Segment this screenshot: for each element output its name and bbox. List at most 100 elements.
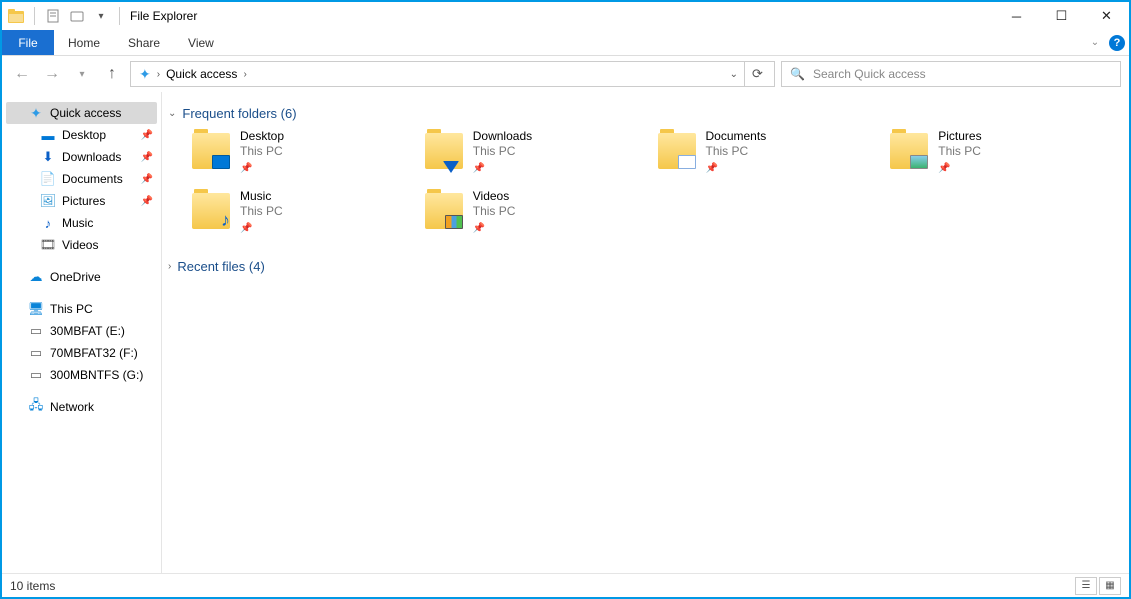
window-title: File Explorer — [130, 9, 197, 23]
tree-item-music[interactable]: ♪Music — [2, 212, 161, 234]
pin-icon: 📌 — [938, 161, 950, 176]
pin-icon: 📌 — [473, 221, 485, 236]
back-button[interactable]: ← — [10, 62, 34, 86]
pic-badge-icon — [910, 155, 928, 169]
file-tab[interactable]: File — [2, 30, 54, 55]
tab-home[interactable]: Home — [54, 30, 114, 55]
tree-label: 300MBNTFS (G:) — [50, 368, 143, 382]
close-button[interactable]: ✕ — [1084, 2, 1129, 30]
nav-row: ← → ▾ ↑ ✦ › Quick access › ⌄ ⟳ 🔍 Search … — [2, 56, 1129, 92]
folder-name: Music — [240, 189, 283, 204]
tree-label: Pictures — [62, 194, 105, 208]
minimize-button[interactable]: ─ — [994, 2, 1039, 30]
address-bar[interactable]: ✦ › Quick access › ⌄ ⟳ — [130, 61, 775, 87]
pin-icon: 📌 — [141, 130, 153, 141]
pin-icon: 📌 — [240, 221, 252, 236]
drive-icon: ▭ — [28, 323, 44, 339]
recent-dropdown-icon[interactable]: ▾ — [70, 62, 94, 86]
tree-label: Quick access — [50, 106, 121, 120]
tree-this-pc[interactable]: 🖥 This PC — [2, 298, 161, 320]
tree-label: Downloads — [62, 150, 121, 164]
folder-location: This PC — [240, 144, 284, 159]
folder-location: This PC — [473, 144, 532, 159]
folder-item-videos[interactable]: VideosThis PC 📌 — [423, 189, 656, 237]
doc-badge-icon — [678, 155, 696, 169]
tree-label: Network — [50, 400, 94, 414]
folder-icon — [656, 129, 698, 171]
status-item-count: 10 items — [10, 579, 55, 593]
downloads-icon: ⬇ — [40, 149, 56, 165]
folder-icon — [423, 129, 465, 171]
network-icon: 🖧 — [28, 399, 44, 415]
separator — [119, 7, 120, 25]
quick-access-star-icon: ✦ — [28, 105, 44, 121]
folder-item-pictures[interactable]: PicturesThis PC📌 — [888, 129, 1121, 177]
breadcrumb-chevron-icon[interactable]: › — [155, 69, 162, 80]
qat-newfolder-icon[interactable] — [67, 6, 87, 26]
address-dropdown-icon[interactable]: ⌄ — [724, 69, 744, 80]
title-bar: ▾ File Explorer ─ ☐ ✕ — [2, 2, 1129, 30]
folder-item-downloads[interactable]: DownloadsThis PC📌 — [423, 129, 656, 177]
folder-item-documents[interactable]: DocumentsThis PC📌 — [656, 129, 889, 177]
qat-dropdown-icon[interactable]: ▾ — [91, 6, 111, 26]
forward-button[interactable]: → — [40, 62, 64, 86]
group-label: Frequent folders (6) — [182, 106, 296, 121]
tab-view[interactable]: View — [174, 30, 228, 55]
pin-icon: 📌 — [240, 161, 252, 176]
tree-item-documents[interactable]: 📄Documents📌 — [2, 168, 161, 190]
music-icon: ♪ — [40, 215, 56, 231]
view-details-button[interactable]: ☰ — [1075, 577, 1097, 595]
tree-network[interactable]: 🖧 Network — [2, 396, 161, 418]
folder-location: This PC — [240, 204, 283, 219]
search-input[interactable]: 🔍 Search Quick access — [781, 61, 1121, 87]
group-frequent-folders[interactable]: ⌄ Frequent folders (6) — [166, 102, 1121, 129]
onedrive-icon: ☁ — [28, 269, 44, 285]
up-button[interactable]: ↑ — [100, 62, 124, 86]
down-badge-icon — [443, 161, 459, 173]
tree-item-desktop[interactable]: ▬Desktop📌 — [2, 124, 161, 146]
folder-location: This PC — [473, 204, 516, 219]
tree-onedrive[interactable]: ☁ OneDrive — [2, 266, 161, 288]
drive-icon: ▭ — [28, 345, 44, 361]
tree-quick-access[interactable]: ✦ Quick access — [6, 102, 157, 124]
folder-item-desktop[interactable]: DesktopThis PC📌 — [190, 129, 423, 177]
breadcrumb-root[interactable]: ✦ — [135, 66, 155, 83]
refresh-button[interactable]: ⟳ — [744, 62, 770, 86]
ribbon-collapse-icon[interactable]: ⌄ — [1085, 30, 1105, 55]
breadcrumb-current[interactable]: Quick access — [162, 67, 241, 81]
tree-item-pictures[interactable]: 🖼Pictures📌 — [2, 190, 161, 212]
search-icon: 🔍 — [790, 67, 805, 81]
desktop-badge-icon — [212, 155, 230, 169]
view-icons-button[interactable]: ▦ — [1099, 577, 1121, 595]
maximize-button[interactable]: ☐ — [1039, 2, 1084, 30]
breadcrumb-chevron-icon[interactable]: › — [241, 69, 248, 80]
pc-icon: 🖥 — [28, 301, 44, 317]
separator — [34, 7, 35, 25]
tree-item-videos[interactable]: 🎞Videos — [2, 234, 161, 256]
tab-share[interactable]: Share — [114, 30, 174, 55]
qat-properties-icon[interactable] — [43, 6, 63, 26]
pin-icon: 📌 — [473, 161, 485, 176]
folder-name: Videos — [473, 189, 516, 204]
tree-label: Documents — [62, 172, 123, 186]
tree-label: OneDrive — [50, 270, 101, 284]
tree-drive[interactable]: ▭30MBFAT (E:) — [2, 320, 161, 342]
folder-item-music[interactable]: MusicThis PC 📌 — [190, 189, 423, 237]
pin-icon: 📌 — [141, 196, 153, 207]
tree-drive[interactable]: ▭ 70MBFAT32 (F:) — [2, 342, 161, 364]
video-badge-icon — [445, 215, 463, 229]
documents-icon: 📄 — [40, 171, 56, 187]
folder-icon — [190, 189, 232, 231]
tree-label: This PC — [50, 302, 93, 316]
group-label: Recent files (4) — [177, 259, 264, 274]
tree-label: 70MBFAT32 (F:) — [50, 346, 138, 360]
nav-tree: ✦ Quick access ▬Desktop📌 ⬇ Downloads 📌 📄 Docu… — [2, 92, 162, 573]
music-badge-icon — [214, 209, 230, 229]
tree-item-downloads[interactable]: ⬇Downloads📌 — [2, 146, 161, 168]
desktop-icon: ▬ — [40, 127, 56, 143]
group-recent-files[interactable]: › Recent files (4) — [166, 255, 1121, 282]
help-button[interactable]: ? — [1105, 30, 1129, 55]
drive-icon: ▭ — [28, 367, 44, 383]
folder-icon — [190, 129, 232, 171]
tree-drive[interactable]: ▭ 300MBNTFS (G:) — [2, 364, 161, 386]
